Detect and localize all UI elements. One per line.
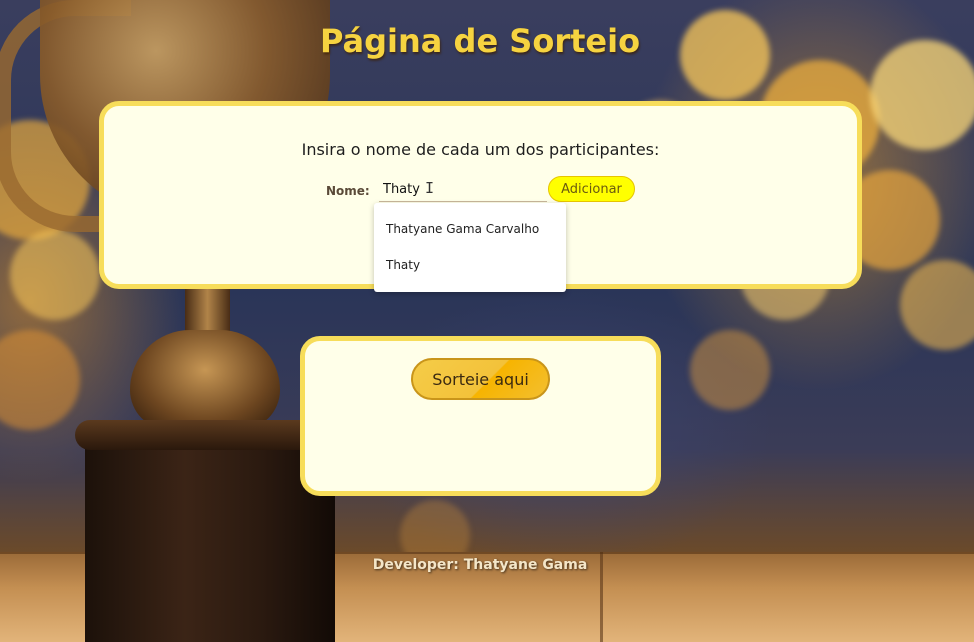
bokeh-light (10, 230, 100, 320)
name-input[interactable] (379, 178, 547, 202)
name-label: Nome: (326, 184, 370, 198)
draw-panel: Sorteie aqui (300, 336, 661, 496)
text-cursor-icon: I (425, 179, 435, 197)
instruction-text: Insira o nome de cada um dos participant… (301, 140, 660, 159)
background-image (0, 0, 974, 642)
trophy-knot (130, 330, 280, 430)
autocomplete-option[interactable]: Thatyane Gama Carvalho (374, 211, 566, 247)
draw-button[interactable]: Sorteie aqui (411, 358, 550, 400)
add-button[interactable]: Adicionar (548, 176, 635, 202)
trophy-base (75, 420, 345, 642)
bokeh-light (690, 330, 770, 410)
autocomplete-dropdown: Thatyane Gama Carvalho Thaty (374, 203, 566, 292)
developer-credit: Developer: Thatyane Gama (372, 557, 588, 573)
page-title: Página de Sorteio (319, 22, 641, 60)
bokeh-light (0, 330, 80, 430)
bokeh-light (900, 260, 974, 350)
autocomplete-option[interactable]: Thaty (374, 247, 566, 283)
